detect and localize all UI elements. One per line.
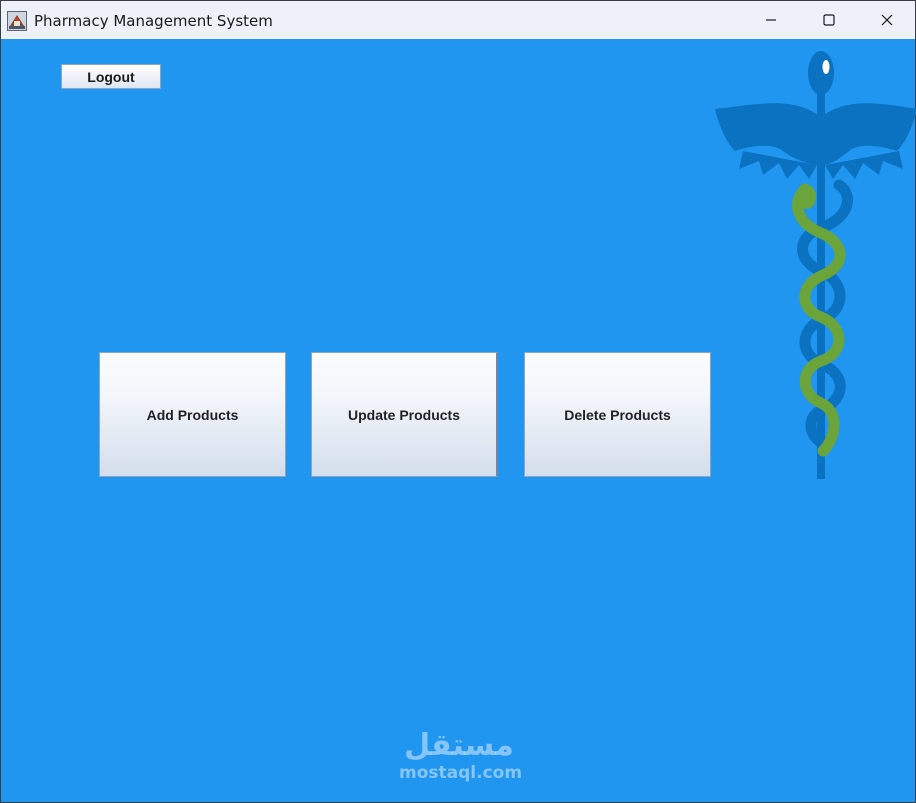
close-icon [881,14,893,26]
update-products-button[interactable]: Update Products [311,352,498,477]
add-products-button[interactable]: Add Products [99,352,286,477]
maximize-button[interactable] [800,1,858,39]
title-bar[interactable]: Pharmacy Management System [1,1,915,39]
app-window: Pharmacy Management System Logout Add Pr… [0,0,916,803]
caduceus-icon [715,51,916,479]
close-button[interactable] [858,1,916,39]
minimize-button[interactable] [742,1,800,39]
watermark-arabic-text: مستقل [404,728,514,763]
watermark-latin-text: mostaql.com [399,763,523,783]
delete-products-button[interactable]: Delete Products [524,352,711,477]
mostaql-watermark: مستقل mostaql.com [399,728,523,789]
logout-button[interactable]: Logout [61,64,161,89]
maximize-icon [823,14,835,26]
main-panel: Logout Add Products Update Products Dele… [1,39,916,802]
window-title: Pharmacy Management System [34,12,273,30]
minimize-icon [766,19,776,21]
pharmacy-app-icon[interactable] [7,11,27,31]
